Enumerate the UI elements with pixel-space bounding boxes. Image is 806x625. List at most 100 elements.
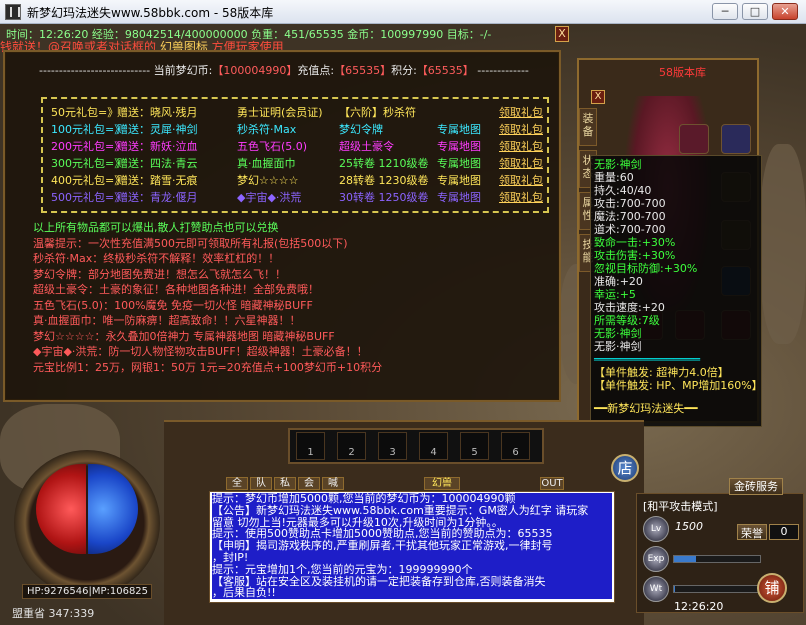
gift-row: 50元礼包=》 赠送：晓风·残月 勇士证明(会员证) 【六阶】秒杀符 领取礼包 [47,104,547,119]
npc-close-button[interactable]: X [555,26,569,42]
gift-reward-1: 赠送：灵犀·神剑 [117,123,198,136]
account-value-currency: 【100004990】 [212,64,298,77]
chat-line: ，封IP! [212,552,612,564]
shop-button[interactable]: 店 [611,454,639,482]
map-location: 盟重省 347:339 [12,607,95,620]
item-stat-line: 持久:40/40 [594,184,652,197]
gift-reward-3: 超级土豪令 [339,140,394,153]
account-value-points: 【65535】 [416,64,474,77]
skill-slot[interactable]: 5 [460,432,489,460]
gift-reward-3: 【六阶】秒杀符 [339,106,416,119]
info-line: 元宝比例1：25万，网银1：50万 1元=20充值点+100梦幻币+10积分 [33,360,383,374]
item-stat-line: 幸运:+5 [594,288,636,301]
ground-rock [760,144,806,344]
gift-price: 500元礼包=》 [51,191,126,204]
gift-reward-2: 梦幻☆☆☆☆ [237,174,299,187]
chat-line: 【公告】新梦幻玛法迷失www.58bbk.com重要提示：GM密人为红字 请玩家 [212,504,612,517]
skill-slot[interactable]: 2 [337,432,366,460]
skill-slot[interactable]: 4 [419,432,448,460]
honor-value: 0 [769,524,799,540]
close-window-button[interactable]: ✕ [772,3,798,20]
level-value: 1500 [675,520,703,533]
item-trigger-2: 【单件触发: HP、MP增加160%】 [594,379,763,392]
gift-reward-1: 赠送：晓风·残月 [117,106,198,119]
pub-button[interactable]: 铺 [757,573,787,603]
gift-row: 100元礼包=》 赠送：灵犀·神剑 秒杀符·Max 梦幻令牌 专属地图 领取礼包 [47,121,547,136]
equip-slot-weapon[interactable] [679,124,709,154]
gift-reward-3: 梦幻令牌 [339,123,383,136]
gift-reward-2: 勇士证明(会员证) [237,106,323,119]
item-stat-line: 无影·神剑 [594,340,642,353]
item-footer: ━━新梦幻玛法迷失━━ [594,402,698,415]
skill-slot[interactable]: 3 [378,432,407,460]
claim-gift-link[interactable]: 领取礼包 [499,104,543,120]
gift-row: 300元礼包=》 赠送：四法·青云 真·血握面巾 25转卷 1210级卷 专属地图 领取礼… [47,155,547,170]
chat-line: 【申明】揭司游戏秩序的,严重刷屏者,干扰其他玩家正常游戏,一律封号 [212,540,612,552]
minimize-button[interactable]: ─ [712,3,738,20]
level-icon: Lv [643,516,669,542]
chat-line: 提示：元宝增加1个,您当前的元宝为：199999990个 [212,563,612,576]
skill-slot[interactable]: 6 [501,432,530,460]
info-line: 梦幻☆☆☆☆：永久叠加0倍神力 专属神器地图 暗藏神秘BUFF [33,329,335,343]
equipment-close-button[interactable]: X [591,90,605,104]
account-label-currency: 当前梦幻币: [153,64,213,77]
skill-slot[interactable]: 1 [296,432,325,460]
claim-gift-link[interactable]: 领取礼包 [499,189,543,205]
gift-row: 400元礼包=》 赠送：踏雪·无痕 梦幻☆☆☆☆ 28转卷 1230级卷 专属地图 领取礼… [47,172,547,187]
game-clock: 12:26:20 [674,600,724,613]
gift-reward-1: 赠送：踏雪·无痕 [117,174,198,187]
claim-gift-link[interactable]: 领取礼包 [499,121,543,137]
account-value-recharge: 【65535】 [334,64,392,77]
chat-log: 提示：梦幻币增加5000颗,您当前的梦幻币为：100004990颗 【公告】新梦幻… [209,491,615,603]
gift-price: 100元礼包=》 [51,123,126,136]
maximize-button[interactable]: □ [742,3,768,20]
gold-service-button[interactable]: 金砖服务 [729,478,783,495]
claim-gift-link[interactable]: 领取礼包 [499,138,543,154]
gift-reward-3: 30转卷 1250级卷 [339,191,429,204]
item-stat-line: 攻击速度:+20 [594,301,665,314]
npc-dialog: ---------------------------- 当前梦幻币:【1000… [3,50,561,402]
item-stat-line: 重量:60 [594,171,634,184]
info-line: 秒杀符·Max：终极秒杀符不解释！效率杠杠的！！ [33,252,280,265]
account-label-recharge: 充值点: [297,64,335,77]
window-title: 新梦幻玛法迷失www.58bbk.com - 58版本库 [27,6,274,20]
equip-slot-armor[interactable] [721,124,751,154]
item-separator: ════════════════ [594,353,700,366]
account-line: ---------------------------- 当前梦幻币:【1000… [39,62,529,78]
chat-tab[interactable]: 喊 [322,477,344,490]
hp-mp-readout: HP:9276546|MP:106825 [22,584,152,599]
gift-reward-2: 秒杀符·Max [237,123,297,136]
pet-tab[interactable]: 幻兽 [424,477,460,490]
info-line: 五色飞石(5.0)：100%魔免 免疫一切火怪 暗藏神秘BUFF [33,298,313,312]
gift-reward-1: 赠送：新妖·泣血 [117,140,198,153]
gift-reward-4: 专属地图 [437,123,481,136]
out-button[interactable]: OUT [540,477,564,490]
chat-tab[interactable]: 全 [226,477,248,490]
chat-tab[interactable]: 队 [250,477,272,490]
chat-tab[interactable]: 会 [298,477,320,490]
claim-gift-link[interactable]: 领取礼包 [499,172,543,188]
claim-gift-link[interactable]: 领取礼包 [499,155,543,171]
account-dash-right: ------------- [477,64,529,77]
item-stats: 重量:60 持久:40/40 攻击:700-700 魔法:700-700 道术:700-… [594,171,758,353]
account-dash-left: ---------------------------- [39,64,151,77]
gift-price: 50元礼包=》 [51,106,119,119]
account-label-points: 积分: [391,64,417,77]
chat-tab[interactable]: 私 [274,477,296,490]
gift-reward-3: 25转卷 1210级卷 [339,157,429,170]
item-stat-line: 致命一击:+30% [594,236,676,249]
gift-price: 300元礼包=》 [51,157,126,170]
equipment-title: 58版本库 [659,66,706,79]
info-line: 梦幻令牌：部分地图免费进！想怎么飞就怎么飞！！ [33,267,286,281]
info-line: 温馨提示：一次性充值满500元即可领取所有礼报(包括500以下) [33,236,348,250]
item-trigger-1: 【单件触发: 超神力4.0倍】 [594,366,729,379]
hp-mp-orb [14,450,160,596]
info-text: 以上所有物品都可以爆出,散人打赞助点也可以兑换 温馨提示：一次性充值满500元即可… [33,220,382,375]
gift-reward-1: 赠送：四法·青云 [117,157,198,170]
tab-equipment[interactable]: 装备 [579,108,597,146]
gift-reward-2: ◆宇宙◆·洪荒 [237,191,302,204]
info-line: ◆宇宙◆·洪荒：防一切人物怪物攻击BUFF！超级神器！土豪必备！！ [33,345,368,358]
item-stat-line: 无影·神剑 [594,327,642,340]
attack-mode[interactable]: [和平攻击模式] [643,498,718,514]
gift-reward-4: 专属地图 [437,174,481,187]
